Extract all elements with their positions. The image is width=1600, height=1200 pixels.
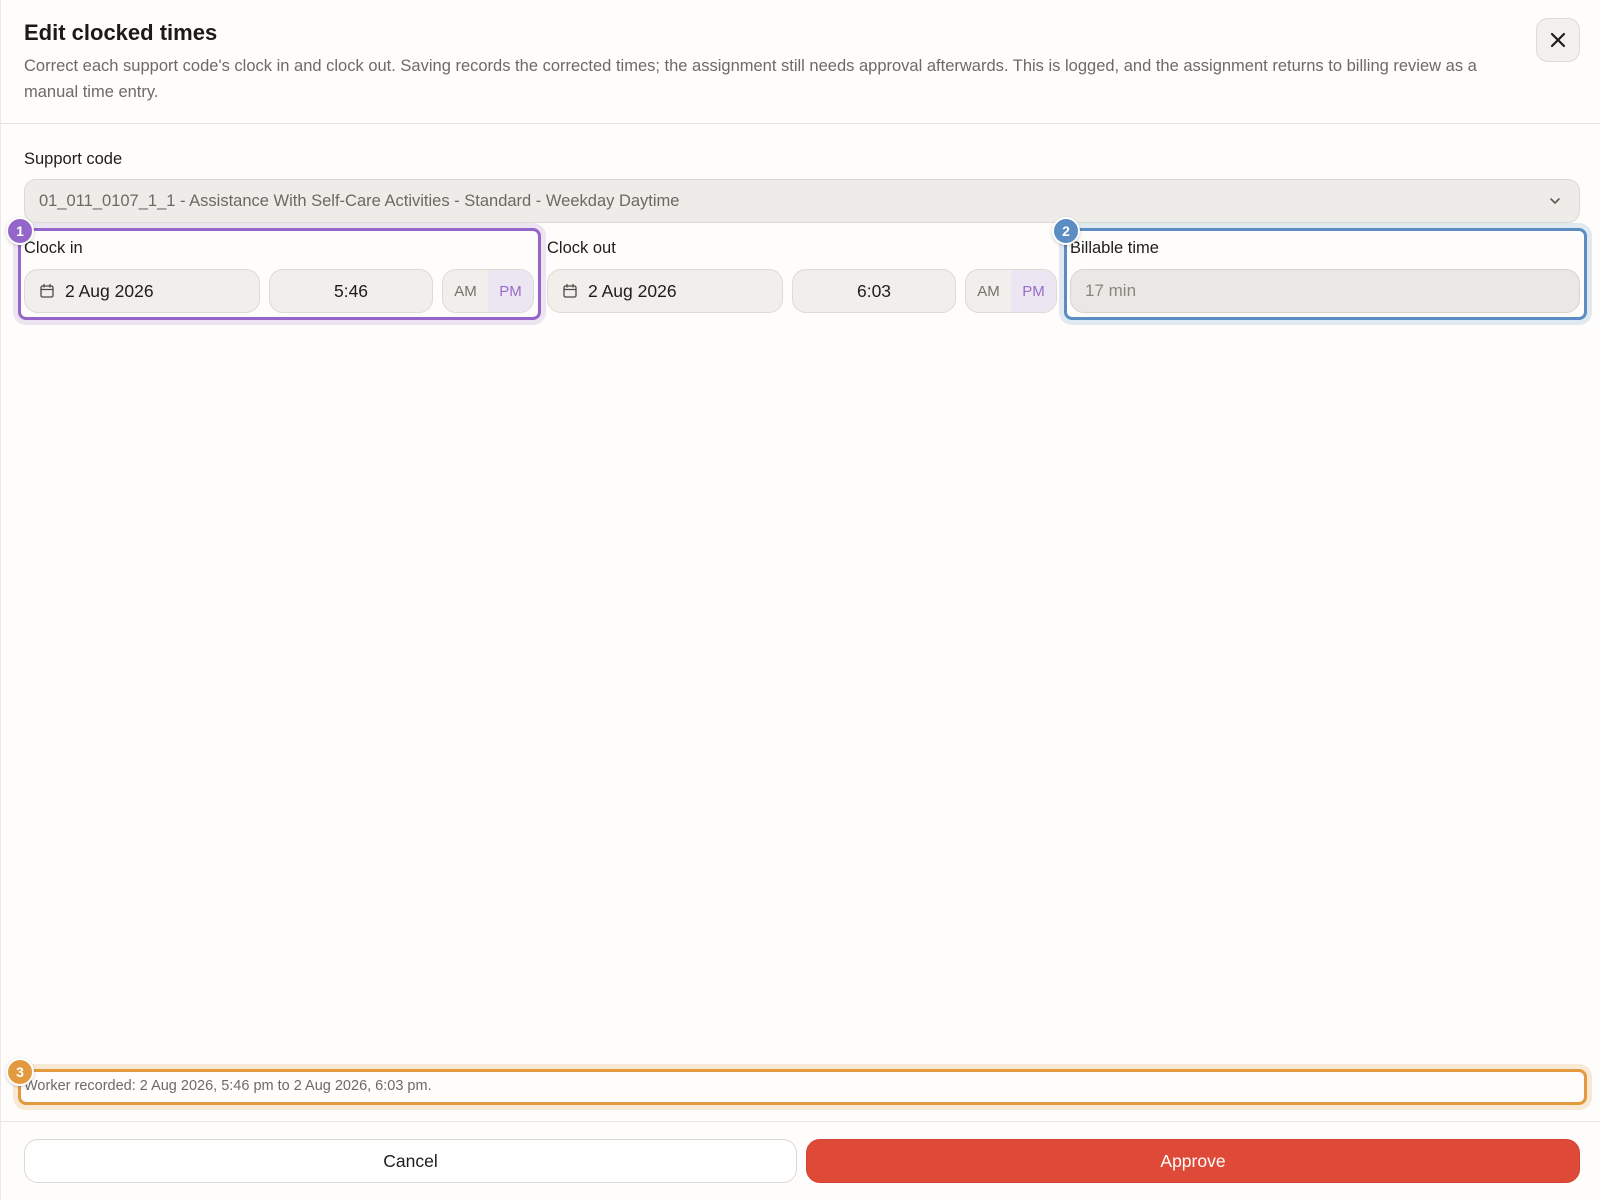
cancel-button[interactable]: Cancel	[24, 1139, 797, 1183]
dialog-subtitle: Correct each support code's clock in and…	[24, 57, 1477, 101]
clock-out-time-field[interactable]: 6:03	[792, 269, 956, 313]
clock-out-period-toggle: AM PM	[965, 269, 1057, 313]
approve-button[interactable]: Approve	[806, 1139, 1580, 1183]
edit-clocked-times-dialog: Edit clocked times Correct each support …	[0, 0, 1600, 1200]
support-code-label: Support code	[24, 150, 123, 168]
highlight-billable-time	[1064, 228, 1587, 320]
annotation-badge-1: 1	[6, 217, 34, 245]
calendar-icon	[563, 283, 577, 298]
clock-out-date-field[interactable]: 2 Aug 2026	[547, 269, 783, 313]
close-icon	[1550, 32, 1566, 48]
dialog-title: Edit clocked times	[24, 20, 218, 45]
clock-out-pm-option[interactable]: PM	[1011, 270, 1056, 312]
clock-out-label: Clock out	[547, 239, 616, 257]
dialog-header: Edit clocked times Correct each support …	[1, 0, 1600, 124]
annotation-badge-3: 3	[6, 1058, 34, 1086]
clock-out-time-value: 6:03	[856, 280, 892, 301]
support-code-select[interactable]: 01_011_0107_1_1 - Assistance With Self-C…	[24, 179, 1580, 223]
support-code-value: 01_011_0107_1_1 - Assistance With Self-C…	[39, 191, 680, 210]
annotation-badge-2: 2	[1052, 217, 1080, 245]
footer-divider	[1, 1121, 1600, 1122]
clock-out-date-value: 2 Aug 2026	[588, 280, 677, 301]
close-button[interactable]	[1536, 18, 1580, 62]
chevron-down-icon	[1550, 198, 1560, 204]
clock-out-am-option[interactable]: AM	[966, 270, 1011, 312]
highlight-clock-in	[18, 228, 541, 320]
highlight-worker-note	[18, 1069, 1587, 1105]
